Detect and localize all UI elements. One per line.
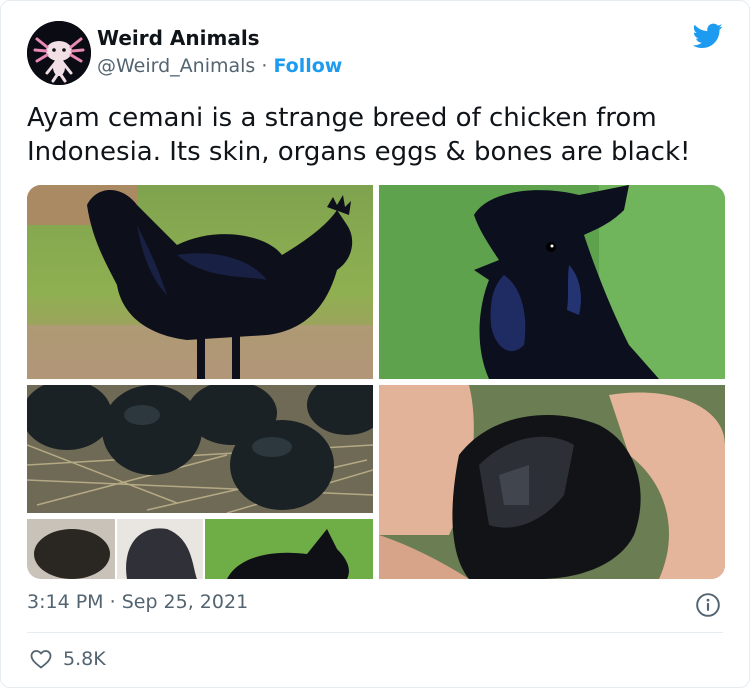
avatar[interactable] (27, 21, 91, 85)
follow-button[interactable]: Follow (273, 55, 342, 77)
info-icon[interactable] (695, 592, 721, 618)
tweet-media[interactable] (27, 185, 725, 579)
author-handle-row: @Weird_Animals · Follow (97, 55, 342, 77)
timestamp-separator: · (109, 591, 116, 613)
tweet-time: 3:14 PM (27, 591, 104, 613)
heart-icon (30, 650, 52, 669)
tweet-text: Ayam cemani is a strange breed of chicke… (27, 103, 691, 167)
like-button[interactable]: 5.8K (29, 647, 106, 671)
author-handle[interactable]: @Weird_Animals (97, 55, 255, 77)
like-count: 5.8K (63, 648, 106, 670)
black-rooster-standing-image[interactable] (27, 185, 373, 379)
black-rooster-beak-in-hand-image[interactable] (379, 385, 725, 579)
axolotl-avatar-image (27, 21, 91, 85)
twitter-bird-icon[interactable] (693, 23, 723, 49)
tweet-card: Weird Animals @Weird_Animals · Follow Ay… (0, 0, 750, 688)
divider (27, 632, 723, 633)
black-chicken-anatomy-collage-image[interactable] (27, 519, 373, 579)
tweet-date: Sep 25, 2021 (121, 591, 249, 613)
black-rooster-head-image[interactable] (379, 185, 725, 379)
separator-dot: · (261, 55, 268, 77)
author-name[interactable]: Weird Animals (97, 26, 260, 50)
tweet-timestamp[interactable]: 3:14 PM · Sep 25, 2021 (27, 591, 248, 613)
black-eggs-nest-image[interactable] (27, 385, 373, 513)
